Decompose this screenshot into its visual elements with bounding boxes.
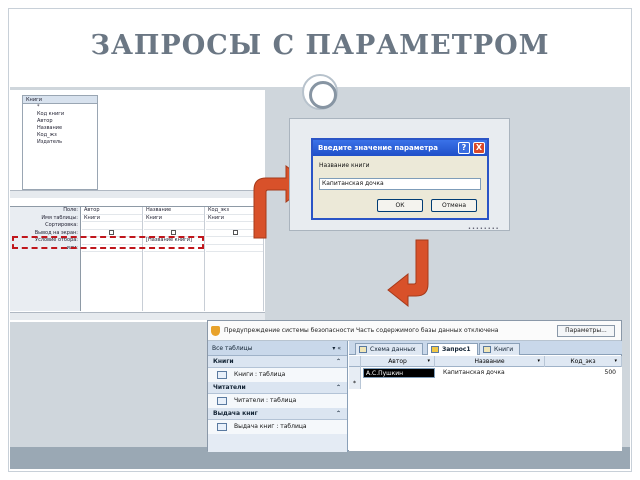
- query-grid: Поле: Имя таблицы: Сортировка: Вывод на …: [10, 206, 265, 311]
- shield-icon: [211, 326, 220, 336]
- slide-title: ЗАПРОСЫ С ПАРАМЕТРОМ: [90, 30, 550, 61]
- empty-area: [349, 389, 361, 451]
- datasheet: Автор ▾ Название ▾ Код_экз ▾ А.С.Пушкин Кап…: [349, 356, 622, 451]
- author-cell[interactable]: А.С.Пушкин: [363, 368, 435, 378]
- slide: ЗАПРОСЫ С ПАРАМЕТРОМ Книги * Код книги А…: [0, 0, 640, 480]
- parameter-label: Название книги: [319, 162, 370, 169]
- nav-header-label: Все таблицы: [212, 345, 253, 352]
- checkbox-icon[interactable]: [109, 229, 114, 235]
- ring-ornament: [302, 74, 338, 110]
- nav-item-books[interactable]: Книги : таблица: [208, 368, 347, 382]
- table-icon: [217, 371, 227, 379]
- checkbox-icon[interactable]: [171, 229, 176, 235]
- security-bar: Предупреждение системы безопасности Част…: [208, 321, 621, 341]
- select-all[interactable]: [349, 356, 361, 367]
- row-label: Имя таблицы:: [41, 214, 78, 221]
- tab-label: Книги: [494, 346, 514, 353]
- grid-scrollbar[interactable]: [10, 312, 265, 320]
- grid-column[interactable]: Автор Книги: [82, 207, 143, 311]
- column-label: Код_экз: [570, 358, 596, 365]
- group-label: Читатели: [213, 384, 246, 391]
- checkbox-icon[interactable]: [233, 229, 238, 235]
- tab-label: Схема данных: [370, 346, 416, 353]
- grid-table[interactable]: Книги: [82, 215, 142, 222]
- parameter-dialog: Введите значение параметра ? X Название …: [311, 138, 489, 220]
- close-button[interactable]: X: [473, 142, 485, 154]
- column-header[interactable]: Код_экз ▾: [545, 356, 622, 367]
- datasheet-header: Автор ▾ Название ▾ Код_экз ▾: [349, 356, 622, 367]
- query-designer: Книги * Код книги Автор Название Код_жз …: [10, 90, 265, 322]
- grid-column[interactable]: Название Книги [Название книги]: [144, 207, 205, 311]
- nav-item-readers[interactable]: Читатели : таблица: [208, 394, 347, 408]
- row-selector[interactable]: [349, 367, 361, 378]
- dropdown-icon[interactable]: ▾: [614, 356, 617, 367]
- column-label: Автор: [388, 358, 407, 365]
- document-tabs: Схема данных Запрос1 Книги: [349, 341, 622, 355]
- code-cell[interactable]: 500: [556, 367, 616, 378]
- dropdown-icon[interactable]: ▾: [427, 356, 430, 367]
- grid-table[interactable]: Книги: [144, 215, 204, 222]
- resize-dots: ••••••••: [468, 226, 500, 232]
- access-window: Предупреждение системы безопасности Част…: [207, 320, 622, 452]
- table-icon: [217, 397, 227, 405]
- group-label: Выдача книг: [213, 410, 258, 417]
- tab-query1[interactable]: Запрос1: [427, 343, 478, 355]
- parameter-input[interactable]: Капитанская дочка: [319, 178, 481, 190]
- field-item[interactable]: Издатель: [23, 139, 97, 146]
- tab-label: Запрос1: [442, 346, 471, 353]
- dropdown-icon[interactable]: ▾: [537, 356, 540, 367]
- grid-or[interactable]: [206, 245, 263, 252]
- column-header[interactable]: Автор ▾: [361, 356, 435, 367]
- criteria-highlight: [12, 236, 204, 249]
- designer-scrollbar[interactable]: [10, 190, 265, 198]
- row-label: Поле:: [63, 207, 78, 213]
- grid-field[interactable]: Автор: [82, 207, 142, 215]
- query-icon: [431, 346, 439, 353]
- table-box-books[interactable]: Книги * Код книги Автор Название Код_жз …: [22, 95, 98, 190]
- ok-button[interactable]: ОК: [377, 199, 423, 212]
- grid-sort[interactable]: [82, 222, 142, 230]
- collapse-icon[interactable]: ⌃: [336, 356, 341, 368]
- field-item[interactable]: *: [23, 104, 97, 111]
- field-item[interactable]: Код книги: [23, 111, 97, 118]
- schema-icon: [359, 346, 367, 353]
- group-label: Книги: [213, 358, 234, 365]
- nav-group-books[interactable]: Книги ⌃: [208, 356, 347, 368]
- grid-sort[interactable]: [144, 222, 204, 230]
- row-label: Сортировка:: [45, 222, 78, 228]
- nav-item-loans[interactable]: Выдача книг : таблица: [208, 420, 347, 434]
- grid-row-labels: Поле: Имя таблицы: Сортировка: Вывод на …: [10, 207, 81, 311]
- tab-schema[interactable]: Схема данных: [355, 343, 423, 355]
- collapse-icon[interactable]: ⌃: [336, 408, 341, 420]
- item-label: Выдача книг : таблица: [234, 423, 307, 430]
- field-item[interactable]: Название: [23, 125, 97, 132]
- collapse-icon[interactable]: ⌃: [336, 382, 341, 394]
- dialog-title: Введите значение параметра: [318, 144, 438, 152]
- nav-group-loans[interactable]: Выдача книг ⌃: [208, 408, 347, 420]
- dialog-title-bar: Введите значение параметра ? X: [313, 140, 487, 156]
- navigation-pane: Все таблицы ▾ « Книги ⌃ Книги : таблица Ч…: [208, 341, 348, 452]
- field-item[interactable]: Автор: [23, 118, 97, 125]
- params-button[interactable]: Параметры...: [557, 325, 615, 337]
- cancel-button[interactable]: Отмена: [431, 199, 477, 212]
- item-label: Книги : таблица: [234, 371, 286, 378]
- table-icon: [217, 423, 227, 431]
- tab-books[interactable]: Книги: [479, 343, 521, 355]
- chevron-down-icon[interactable]: ▾ «: [332, 341, 341, 356]
- title-cell[interactable]: Капитанская дочка: [441, 367, 541, 378]
- grid-field[interactable]: Название: [144, 207, 204, 215]
- nav-group-readers[interactable]: Читатели ⌃: [208, 382, 347, 394]
- field-item[interactable]: Код_жз: [23, 132, 97, 139]
- security-message: Предупреждение системы безопасности Част…: [224, 327, 499, 334]
- column-header[interactable]: Название ▾: [435, 356, 545, 367]
- table-icon: [483, 346, 491, 353]
- table-row[interactable]: А.С.Пушкин Капитанская дочка 500: [361, 367, 622, 378]
- table-box-title: Книги: [23, 96, 97, 104]
- column-label: Название: [474, 358, 505, 365]
- arrow-down-left-icon: [387, 239, 429, 308]
- item-label: Читатели : таблица: [234, 397, 297, 404]
- help-button[interactable]: ?: [458, 142, 470, 154]
- nav-header[interactable]: Все таблицы ▾ «: [208, 341, 347, 356]
- new-row-marker[interactable]: *: [349, 378, 361, 389]
